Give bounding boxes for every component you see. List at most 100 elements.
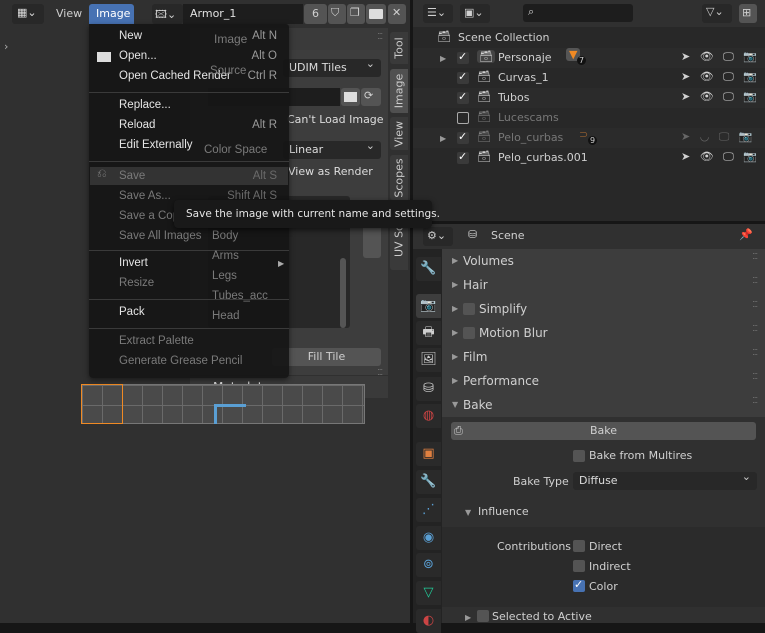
outliner-row[interactable]: ▶ 🗃 Personaje ▼ 7 ➤ 👁 🖵 📷 bbox=[413, 48, 765, 68]
users-count[interactable]: 6 bbox=[304, 4, 327, 24]
menu-item-save[interactable]: Save bbox=[119, 170, 145, 183]
tab-world[interactable]: ◍ bbox=[416, 404, 441, 428]
bake-button[interactable]: ⎙ Bake bbox=[451, 422, 756, 440]
tab-constraints[interactable]: ⊚ bbox=[416, 553, 441, 577]
editor-type-button[interactable]: ⚙⌄ bbox=[423, 227, 453, 246]
tab-image[interactable]: Image bbox=[390, 69, 408, 113]
tab-tool[interactable]: Tool bbox=[390, 32, 408, 64]
restrict-icons[interactable]: ➤ ◡ 🖵 📷 bbox=[681, 130, 753, 144]
exclude-checkbox[interactable] bbox=[457, 130, 469, 144]
motion-blur-checkbox[interactable] bbox=[463, 327, 475, 339]
outliner-row[interactable]: 🗃 Tubos ➤ 👁 🖵 📷 bbox=[413, 88, 765, 108]
checker-icon: ▦⌄ bbox=[17, 6, 37, 19]
menu-item-replace[interactable]: Replace... bbox=[119, 99, 171, 112]
tab-object[interactable]: ▣ bbox=[416, 442, 441, 466]
exclude-checkbox[interactable] bbox=[457, 90, 469, 104]
panel-motion-blur[interactable]: ▶ Motion Blur ⁚⁚⁚ bbox=[442, 321, 765, 345]
open-image-button[interactable] bbox=[366, 4, 386, 24]
panel-performance[interactable]: ▶ Performance ⁚⁚⁚ bbox=[442, 369, 765, 393]
menu-item-resize[interactable]: Resize bbox=[119, 277, 154, 290]
new-image-button[interactable]: ❐ bbox=[347, 4, 365, 24]
display-mode-button[interactable]: ☰⌄ bbox=[423, 4, 453, 23]
bake-from-multires-checkbox[interactable] bbox=[573, 450, 585, 462]
menu-item-reload[interactable]: Reload bbox=[119, 119, 155, 132]
restrict-icons[interactable]: ➤ 👁 🖵 📷 bbox=[681, 70, 757, 84]
outliner-search-input[interactable]: ⌕ bbox=[523, 4, 633, 22]
new-collection-icon: ⊞ bbox=[742, 6, 752, 19]
menu-item-invert[interactable]: Invert bbox=[119, 257, 148, 270]
menu-item-save-all[interactable]: Save All Images bbox=[119, 230, 201, 243]
color-space-dropdown[interactable]: Linear bbox=[283, 137, 381, 159]
tab-tool[interactable]: 🔧 bbox=[416, 257, 441, 281]
tile-item[interactable]: Tubes_acc bbox=[212, 290, 268, 303]
menu-item-edit-externally[interactable]: Edit Externally bbox=[119, 139, 193, 152]
tab-scopes[interactable]: Scopes bbox=[390, 155, 408, 200]
pin-icon[interactable]: 📌 bbox=[739, 228, 753, 241]
browse-file-button[interactable] bbox=[341, 88, 360, 106]
unlink-button[interactable]: ✕ bbox=[388, 4, 406, 24]
tab-data[interactable]: ▽ bbox=[416, 581, 441, 605]
panel-simplify[interactable]: ▶ Simplify ⁚⁚⁚ bbox=[442, 297, 765, 321]
outliner-row[interactable]: 🗃 Pelo_curbas.001 ➤ 👁 🖵 📷 bbox=[413, 148, 765, 168]
list-scrollbar[interactable] bbox=[340, 258, 346, 328]
scene-collection-row[interactable]: 🗃 Scene Collection bbox=[413, 28, 765, 48]
outliner-row[interactable]: 🗃 Lucescams bbox=[413, 108, 765, 128]
menu-image[interactable]: Image bbox=[89, 4, 134, 24]
tab-scene[interactable]: ⛁ bbox=[416, 377, 441, 401]
bake-type-dropdown[interactable]: Diffuse bbox=[573, 468, 757, 490]
menu-item-save-as[interactable]: Save As... bbox=[119, 190, 171, 203]
tab-view[interactable]: View bbox=[390, 117, 408, 150]
tab-particles[interactable]: ⋰ bbox=[416, 498, 441, 522]
context-breadcrumb: Scene bbox=[491, 229, 525, 242]
selected-to-active-checkbox[interactable] bbox=[477, 610, 489, 622]
tab-material[interactable]: ◐ bbox=[416, 609, 441, 633]
exclude-checkbox[interactable] bbox=[457, 150, 469, 164]
menu-item-extract-palette[interactable]: Extract Palette bbox=[119, 335, 194, 348]
image-name-field[interactable]: Armor_1 bbox=[183, 4, 303, 24]
new-collection-button[interactable]: ⊞ bbox=[739, 4, 757, 23]
panel-volumes[interactable]: ▶ Volumes ⁚⁚⁚ bbox=[442, 249, 765, 273]
particles-icon: ⋰ bbox=[422, 502, 435, 517]
filter-button[interactable]: ▽⌄ bbox=[702, 4, 732, 23]
tile-item[interactable]: Arms bbox=[212, 250, 239, 263]
indirect-checkbox[interactable] bbox=[573, 560, 585, 572]
tab-render[interactable]: 📷 bbox=[416, 294, 441, 318]
influence-subpanel[interactable]: Influence bbox=[478, 505, 529, 518]
menu-item-generate-grease-pencil[interactable]: Generate Grease Pencil bbox=[119, 355, 242, 368]
tab-modifiers[interactable]: 🔧 bbox=[416, 470, 441, 494]
restrict-icons[interactable]: ➤ 👁 🖵 📷 bbox=[681, 50, 757, 64]
exclude-checkbox[interactable] bbox=[457, 70, 469, 84]
tile-item[interactable]: Body bbox=[212, 230, 238, 243]
row-name: Pelo_curbas.001 bbox=[498, 151, 588, 164]
panel-film[interactable]: ▶ Film ⁚⁚⁚ bbox=[442, 345, 765, 369]
tab-physics[interactable]: ◉ bbox=[416, 526, 441, 550]
menu-item-open[interactable]: Open... bbox=[119, 50, 157, 63]
panel-hair[interactable]: ▶ Hair ⁚⁚⁚ bbox=[442, 273, 765, 297]
exclude-checkbox[interactable] bbox=[457, 112, 469, 124]
view-as-render-checkbox[interactable]: View as Render bbox=[288, 165, 373, 178]
restrict-icons[interactable]: ➤ 👁 🖵 📷 bbox=[681, 90, 757, 104]
fake-user-button[interactable]: ⛉ bbox=[328, 4, 346, 24]
filter-layers-button[interactable]: ▣⌄ bbox=[460, 4, 490, 23]
source-dropdown[interactable]: UDIM Tiles bbox=[283, 55, 381, 77]
tile-item[interactable]: Head bbox=[212, 310, 240, 323]
outliner-row[interactable]: 🗃 Curvas_1 ➤ 👁 🖵 📷 bbox=[413, 68, 765, 88]
panel-bake[interactable]: ▼ Bake ⁚⁚⁚ bbox=[442, 393, 765, 417]
restrict-icons[interactable]: ➤ 👁 🖵 📷 bbox=[681, 150, 757, 164]
tile-item[interactable]: Legs bbox=[212, 270, 237, 283]
editor-type-button[interactable]: ▦⌄ bbox=[12, 4, 44, 24]
browse-image-button[interactable]: 🖾⌄ bbox=[152, 4, 183, 24]
menu-item-pack[interactable]: Pack bbox=[119, 306, 145, 319]
simplify-checkbox[interactable] bbox=[463, 303, 475, 315]
scene-icon: ⛁ bbox=[423, 381, 434, 396]
direct-checkbox[interactable] bbox=[573, 540, 585, 552]
tab-view-layer[interactable]: 🖼 bbox=[416, 348, 441, 372]
color-checkbox[interactable] bbox=[573, 578, 585, 592]
menu-item-new[interactable]: New bbox=[119, 30, 142, 43]
reload-button[interactable]: ⟳ bbox=[361, 88, 381, 106]
outliner-row[interactable]: ▶ 🗃 Pelo_curbas ⊃ 9 ➤ ◡ 🖵 📷 bbox=[413, 128, 765, 148]
toolbar-expand-icon[interactable]: › bbox=[4, 40, 8, 53]
menu-view[interactable]: View bbox=[56, 7, 82, 20]
exclude-checkbox[interactable] bbox=[457, 50, 469, 64]
tab-output[interactable]: 🖶 bbox=[416, 321, 441, 345]
